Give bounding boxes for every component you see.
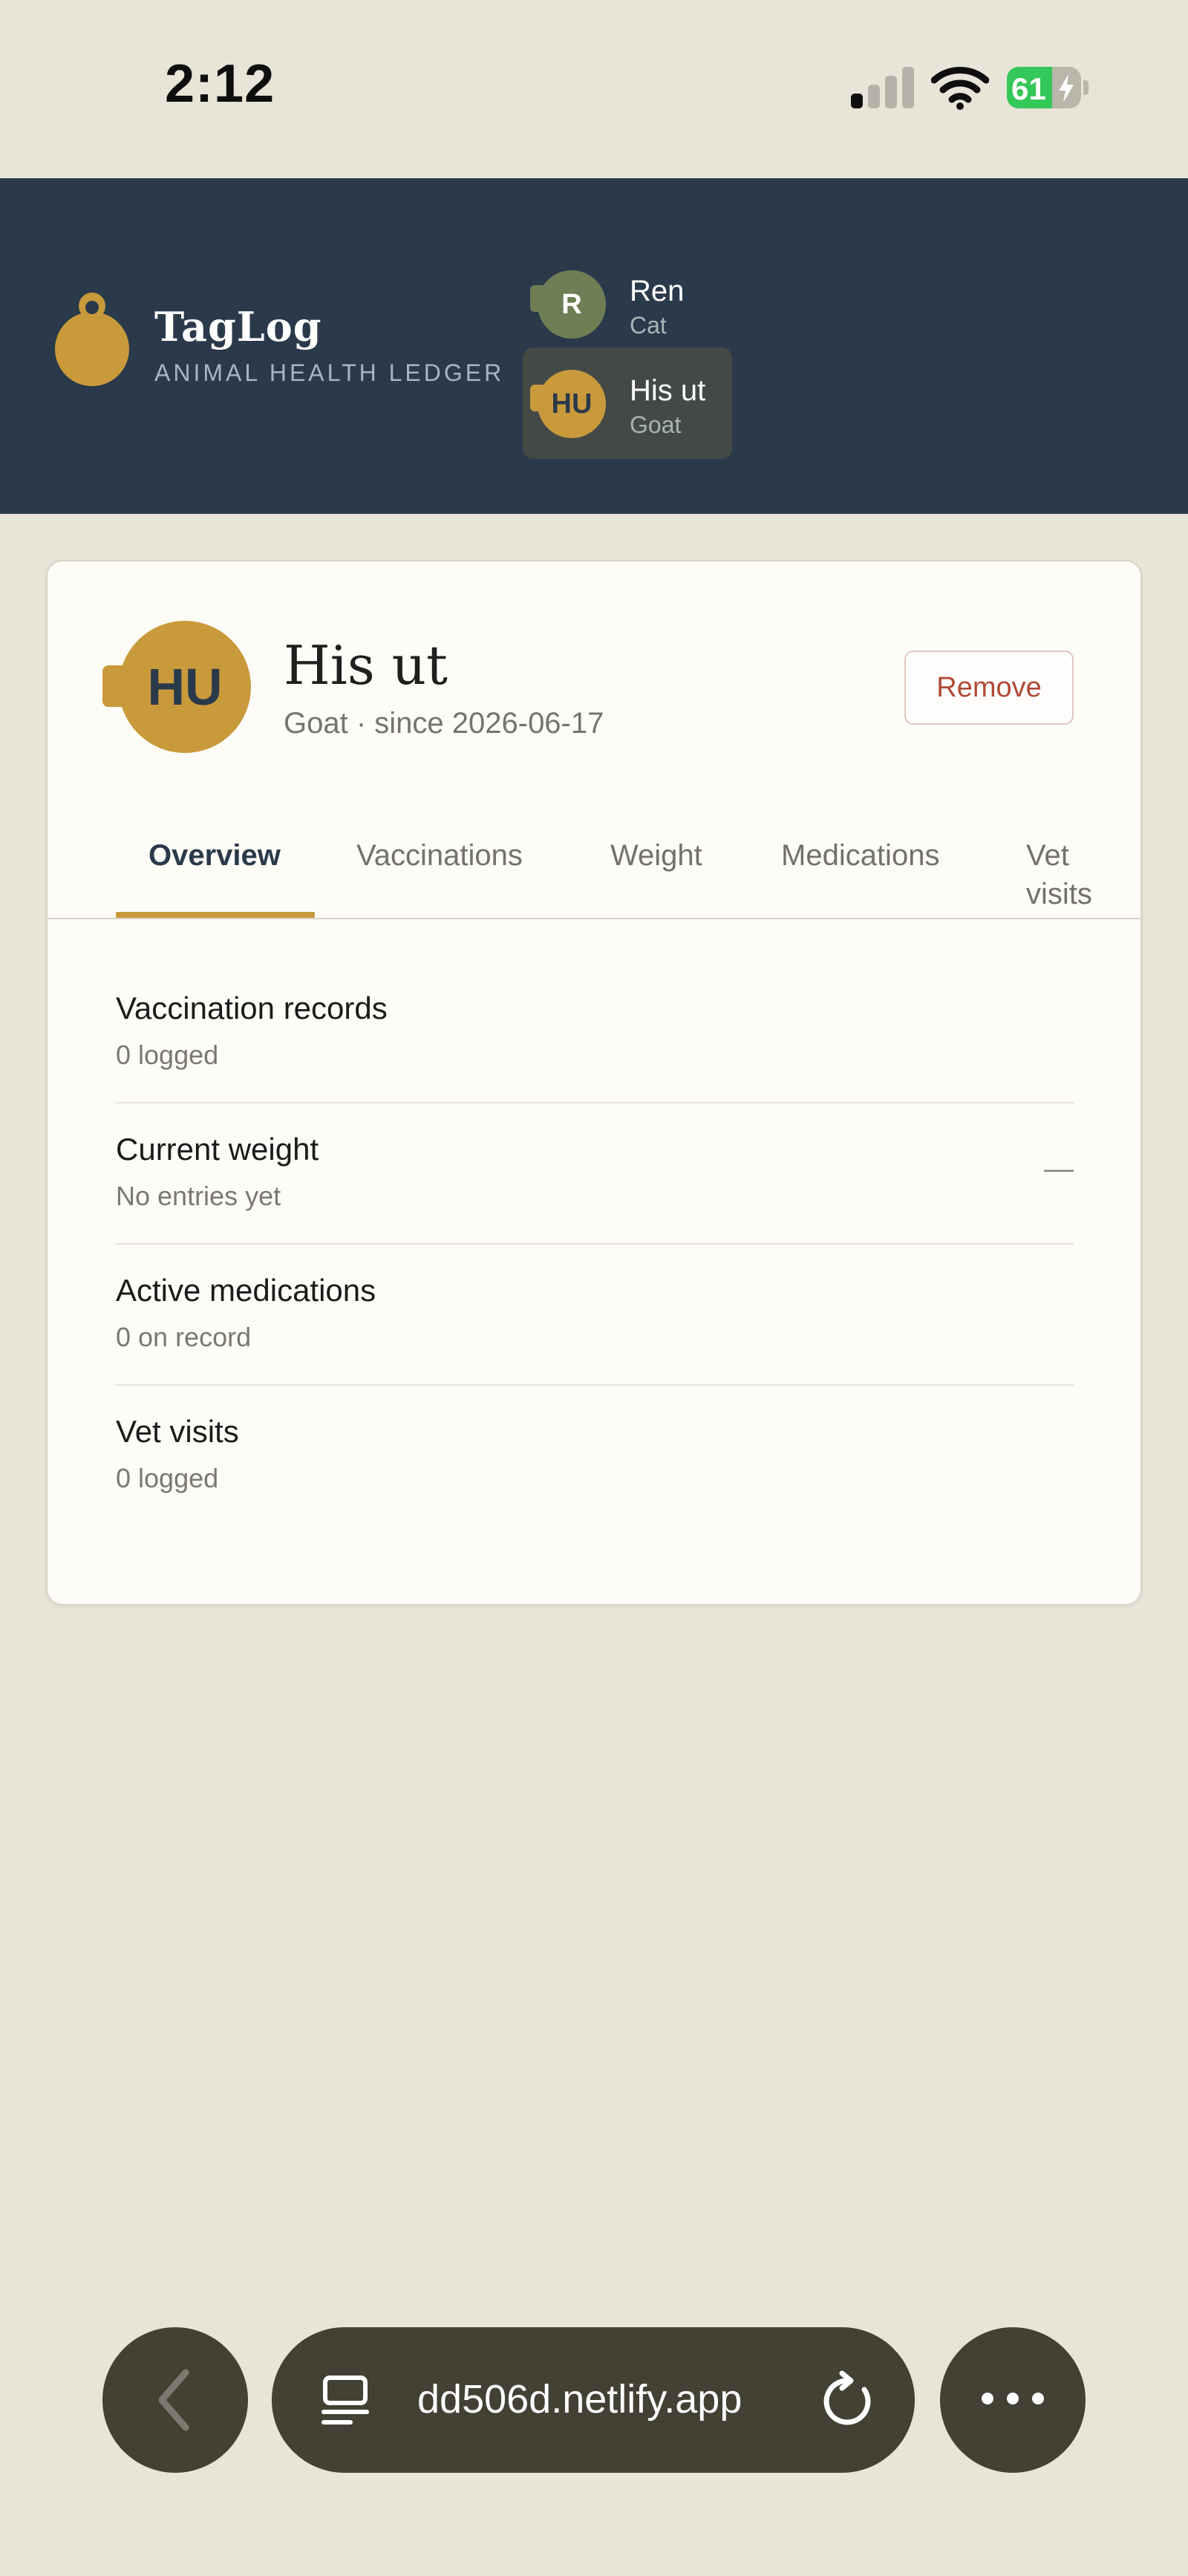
- tab-medications[interactable]: Medications: [781, 836, 939, 875]
- tab-weight[interactable]: Weight: [610, 836, 702, 875]
- summary-subtitle: 0 logged: [116, 1040, 219, 1070]
- weight-value: —: [1044, 1152, 1074, 1185]
- remove-button[interactable]: Remove: [904, 650, 1074, 725]
- avatar: HU: [538, 370, 606, 438]
- avatar: R: [538, 270, 606, 339]
- signal-icon: [851, 67, 915, 108]
- url-bar[interactable]: dd506d.netlify.app: [272, 2327, 915, 2473]
- summary-subtitle: 0 on record: [116, 1322, 252, 1352]
- back-button[interactable]: [102, 2327, 248, 2473]
- battery-percent: 61: [1011, 71, 1046, 106]
- tab-vet-visits[interactable]: Vet visits: [1026, 836, 1115, 913]
- animal-type: Goat: [630, 411, 682, 438]
- url-text: dd506d.netlify.app: [417, 2377, 742, 2422]
- battery-charging-icon: 61: [1007, 67, 1089, 108]
- summary-title: Active medications: [116, 1273, 376, 1308]
- profile-meta: Goat · since 2026-06-17: [284, 707, 604, 740]
- status-bar: 2:12 61: [0, 0, 1188, 178]
- summary-title: Vet visits: [116, 1414, 239, 1449]
- animal-name: Ren: [630, 275, 685, 307]
- animal-name: His ut: [630, 374, 706, 407]
- summary-title: Vaccination records: [116, 991, 388, 1025]
- summary-row-medications[interactable]: Active medications 0 on record: [116, 1245, 1074, 1386]
- summary-title: Current weight: [116, 1132, 319, 1167]
- summary-list: Vaccination records 0 logged Current wei…: [116, 962, 1074, 1527]
- wifi-icon: [931, 67, 989, 110]
- animal-card: HU His ut Goat · since 2026-06-17 Remove…: [46, 560, 1142, 1605]
- summary-subtitle: 0 logged: [116, 1463, 219, 1493]
- page-title: His ut: [284, 634, 448, 697]
- summary-row-vaccinations[interactable]: Vaccination records 0 logged: [116, 962, 1074, 1103]
- animal-chip-ren[interactable]: R Ren Cat: [523, 248, 732, 359]
- status-time: 2:12: [165, 54, 275, 114]
- active-tab-indicator: [116, 912, 315, 918]
- brand-name: TagLog: [154, 303, 322, 350]
- more-button[interactable]: [940, 2327, 1086, 2473]
- tab-bar: Overview Vaccinations Weight Medications…: [48, 806, 1140, 919]
- tab-overview[interactable]: Overview: [148, 836, 281, 875]
- profile-avatar: HU: [119, 621, 251, 753]
- tag-icon: [55, 293, 129, 386]
- summary-subtitle: No entries yet: [116, 1181, 281, 1211]
- summary-row-vet-visits[interactable]: Vet visits 0 logged: [116, 1386, 1074, 1527]
- animal-type: Cat: [630, 312, 667, 339]
- tabs-icon[interactable]: [321, 2375, 370, 2427]
- back-icon: [158, 2369, 189, 2431]
- more-icon: [975, 2392, 1051, 2408]
- reload-icon[interactable]: [821, 2370, 878, 2430]
- summary-row-weight[interactable]: Current weight No entries yet —: [116, 1103, 1074, 1245]
- app-header: TagLog ANIMAL HEALTH LEDGER R Ren Cat HU…: [0, 178, 1188, 514]
- animal-chip-his-ut[interactable]: HU His ut Goat: [523, 348, 732, 459]
- tab-vaccinations[interactable]: Vaccinations: [356, 836, 523, 875]
- brand-subtitle: ANIMAL HEALTH LEDGER: [154, 359, 505, 386]
